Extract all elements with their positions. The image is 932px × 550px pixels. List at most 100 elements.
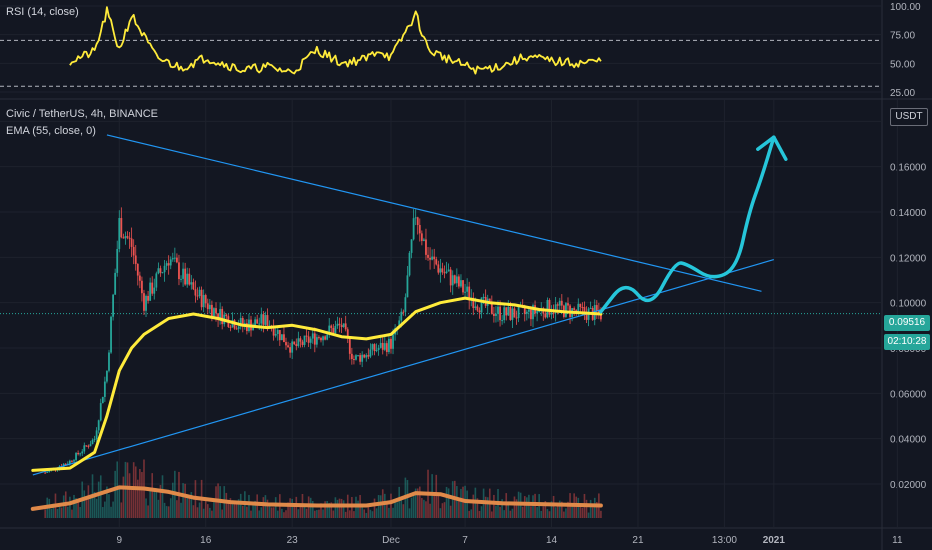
volume-bar: [114, 470, 116, 518]
candle-body: [161, 272, 164, 274]
candle-body: [338, 323, 341, 326]
volume-bar: [155, 488, 158, 518]
candle-body: [297, 338, 300, 347]
volume-bar: [425, 501, 427, 518]
volume-bar: [157, 499, 160, 518]
candle-body: [527, 309, 530, 312]
volume-bar: [593, 497, 596, 518]
candle-body: [293, 341, 296, 345]
candle-body: [235, 328, 238, 330]
volume-bar: [552, 495, 555, 518]
bar-countdown-badge: 02:10:28: [884, 334, 930, 350]
volume-bar: [565, 508, 567, 518]
candle-body: [215, 308, 217, 314]
volume-bar: [441, 503, 444, 518]
volume-bar: [338, 498, 341, 518]
volume-bar: [540, 510, 543, 518]
volume-bar: [336, 499, 339, 518]
volume-bar: [484, 496, 487, 518]
symbol-legend: Civic / TetherUS, 4h, BINANCE: [6, 108, 159, 120]
candle-body: [497, 306, 499, 314]
volume-bar: [318, 509, 320, 518]
volume-bar: [256, 494, 258, 518]
volume-bar: [120, 502, 123, 518]
candle-body: [565, 303, 567, 317]
chart-canvas[interactable]: 100.0075.0050.0025.000.180000.160000.140…: [0, 0, 932, 550]
candle-body: [171, 258, 174, 260]
candle-body: [192, 282, 195, 290]
volume-bar: [198, 502, 201, 518]
candle-body: [589, 307, 592, 309]
candle-body: [173, 257, 176, 259]
volume-bar: [233, 503, 236, 518]
candle-body: [213, 308, 215, 318]
rsi-tick-label: 50.00: [890, 59, 915, 70]
volume-bar: [231, 502, 234, 518]
candle-body: [126, 236, 129, 238]
candle-body: [108, 352, 110, 371]
volume-bar: [171, 482, 174, 518]
candle-body: [206, 303, 209, 310]
candle-body: [68, 460, 71, 464]
candle-body: [451, 275, 454, 286]
candle-body: [85, 445, 88, 447]
volume-bar: [309, 497, 312, 518]
candle-body: [501, 320, 504, 322]
volume-bar: [396, 502, 398, 518]
candle-body: [83, 445, 86, 452]
price-tick-label: 0.06000: [890, 389, 927, 400]
volume-bar: [439, 508, 442, 518]
candle-body: [299, 338, 302, 342]
candle-body: [287, 345, 289, 348]
volume-bar: [126, 462, 129, 518]
volume-bar: [167, 506, 170, 518]
candle-body: [548, 299, 551, 315]
candle-body: [513, 308, 516, 318]
volume-bar: [322, 509, 324, 518]
volume-bar: [289, 498, 291, 518]
candle-body: [558, 300, 561, 306]
volume-bar: [386, 503, 388, 518]
candle-body: [348, 338, 351, 354]
candle-body: [81, 451, 84, 454]
candle-body: [357, 355, 359, 357]
volume-bar: [589, 499, 592, 518]
volume-bar: [587, 512, 590, 518]
candle-body: [145, 295, 147, 311]
candle-body: [167, 263, 170, 266]
volume-bar: [303, 506, 306, 518]
volume-bar: [176, 500, 178, 518]
candle-body: [322, 336, 324, 341]
volume-bar: [188, 496, 191, 518]
volume-bar: [398, 486, 401, 518]
candle-body: [404, 297, 407, 312]
candle-body: [315, 337, 318, 345]
volume-bar: [56, 508, 59, 518]
volume-bar: [412, 496, 415, 518]
candle-body: [87, 445, 90, 447]
volume-bar: [351, 497, 353, 518]
ema-line: [31, 296, 603, 472]
candle-body: [95, 430, 98, 439]
candle-body: [103, 381, 106, 397]
volume-bar: [460, 488, 462, 518]
volume-bar: [530, 506, 532, 518]
candle-body: [274, 334, 277, 336]
candle-body: [79, 453, 82, 455]
volume-bar: [124, 461, 127, 518]
volume-bar: [248, 494, 250, 518]
price-tick-label: 0.04000: [890, 435, 927, 446]
candle-body: [186, 273, 189, 285]
volume-bar: [241, 505, 244, 518]
candle-body: [503, 307, 506, 321]
volume-bar: [377, 495, 380, 518]
currency-button[interactable]: USDT: [890, 108, 928, 126]
candle-body: [410, 239, 413, 253]
candle-body: [120, 218, 123, 238]
last-price-badge: 0.09516: [884, 315, 930, 331]
volume-bar: [149, 488, 151, 518]
candle-body: [458, 276, 460, 287]
candle-body: [256, 319, 259, 324]
candle-body: [159, 268, 162, 273]
time-tick-label: 23: [287, 535, 299, 546]
